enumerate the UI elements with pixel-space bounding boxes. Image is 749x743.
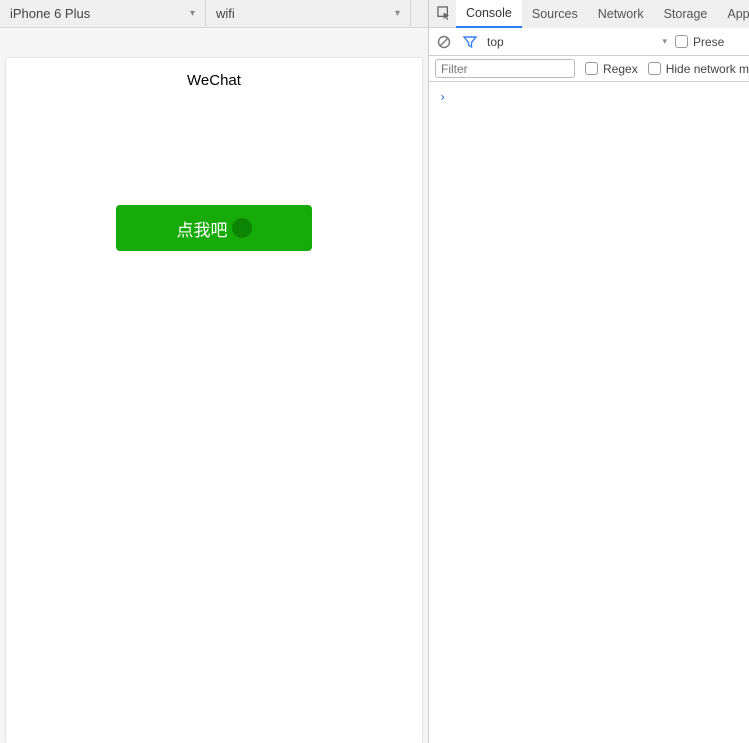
tab-console[interactable]: Console [456, 0, 522, 28]
hide-network-wrap: Hide network me [648, 62, 749, 76]
preserve-log-wrap: Prese [675, 35, 724, 49]
network-label: wifi [216, 6, 235, 21]
console-filter-row: Regex Hide network me [429, 56, 749, 82]
console-body[interactable]: › [429, 82, 749, 743]
button-label: 点我吧 [177, 216, 228, 241]
hide-network-checkbox[interactable] [648, 62, 661, 75]
regex-checkbox[interactable] [585, 62, 598, 75]
device-preview-panel: iPhone 6 Plus ▾ wifi ▾ WeChat 点我吧 [0, 0, 429, 743]
clear-console-icon[interactable] [435, 33, 453, 51]
filter-input[interactable] [435, 59, 575, 78]
device-toolbar: iPhone 6 Plus ▾ wifi ▾ [0, 0, 428, 28]
preview-area: WeChat 点我吧 [0, 28, 428, 743]
devtools-panel: Console Sources Network Storage AppD top… [429, 0, 749, 743]
button-container: 点我吧 [6, 205, 422, 251]
tab-network[interactable]: Network [588, 0, 654, 28]
tab-appdata[interactable]: AppD [717, 0, 749, 28]
phone-frame: WeChat 点我吧 [6, 58, 422, 743]
hide-network-label: Hide network me [666, 62, 749, 76]
app-title: WeChat [6, 58, 422, 97]
filter-icon[interactable] [461, 33, 479, 51]
devtools-tabbar: Console Sources Network Storage AppD [429, 0, 749, 28]
regex-label: Regex [603, 62, 638, 76]
device-model-select[interactable]: iPhone 6 Plus ▾ [0, 0, 206, 27]
caret-down-icon: ▾ [395, 8, 400, 19]
console-toolbar: top ▾ Prese [429, 28, 749, 56]
regex-wrap: Regex [585, 62, 638, 76]
tab-storage[interactable]: Storage [654, 0, 718, 28]
caret-down-icon: ▾ [662, 36, 667, 47]
console-prompt-icon: › [439, 90, 446, 104]
context-label: top [487, 35, 504, 49]
device-model-label: iPhone 6 Plus [10, 6, 90, 21]
context-select[interactable]: top ▾ [487, 35, 667, 49]
inspect-element-icon[interactable] [437, 0, 452, 28]
preserve-log-label: Prese [693, 35, 724, 49]
tab-sources[interactable]: Sources [522, 0, 588, 28]
main-action-button[interactable]: 点我吧 [116, 205, 312, 251]
caret-down-icon: ▾ [190, 8, 195, 19]
indicator-dot-icon [232, 218, 252, 238]
network-select[interactable]: wifi ▾ [206, 0, 411, 27]
preserve-log-checkbox[interactable] [675, 35, 688, 48]
